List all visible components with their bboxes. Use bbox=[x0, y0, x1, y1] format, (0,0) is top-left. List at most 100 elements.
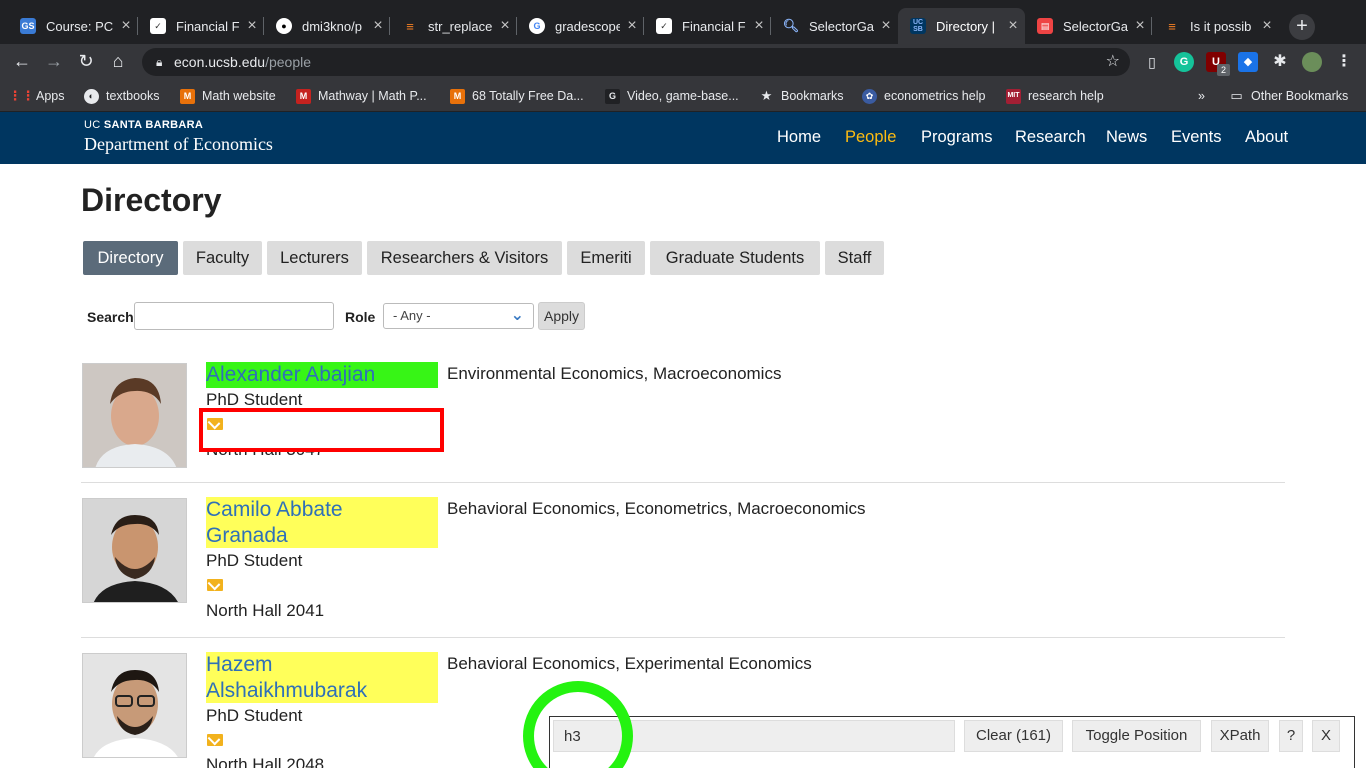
bookmark-mathway[interactable]: M Mathway | Math P... bbox=[296, 87, 427, 105]
avatar[interactable] bbox=[1302, 52, 1322, 72]
back-arrow-icon[interactable]: ← bbox=[9, 48, 35, 74]
person-name[interactable]: Alexander Abajian bbox=[206, 362, 438, 388]
doc-favicon-icon: ✓ bbox=[150, 18, 166, 34]
close-tab-icon[interactable]: × bbox=[620, 17, 644, 35]
google-favicon-icon: G bbox=[529, 18, 545, 34]
forward-arrow-icon[interactable]: → bbox=[41, 48, 67, 74]
tab-directory[interactable]: Directory bbox=[83, 241, 178, 275]
bookmark-bookmarks[interactable]: ★ Bookmarks bbox=[759, 87, 844, 105]
close-tab-icon[interactable]: × bbox=[747, 17, 771, 35]
bookmark-textbooks[interactable]: ◐ textbooks bbox=[84, 87, 160, 105]
person-photo[interactable] bbox=[82, 363, 187, 468]
bookmark-research-help[interactable]: MIT research help bbox=[1006, 87, 1104, 105]
department-name[interactable]: Department of Economics bbox=[84, 134, 273, 155]
close-tab-icon[interactable]: × bbox=[493, 17, 517, 35]
bookmark-other-bookmarks[interactable]: ▭ Other Bookmarks bbox=[1229, 87, 1348, 105]
stackoverflow-favicon-icon: ≡ bbox=[406, 18, 414, 34]
ucsb-logo[interactable]: UC SANTA BARBARA bbox=[84, 119, 203, 131]
clear-button[interactable]: Clear (161) bbox=[964, 720, 1063, 752]
help-button[interactable]: ? bbox=[1279, 720, 1303, 752]
close-tab-icon[interactable]: × bbox=[874, 17, 898, 35]
github-favicon-icon: ● bbox=[276, 18, 292, 34]
email-icon[interactable] bbox=[207, 418, 223, 430]
bookmark-video-game[interactable]: G Video, game-base... bbox=[605, 87, 739, 105]
nav-about[interactable]: About bbox=[1245, 128, 1288, 147]
address-bar[interactable]: 🔒︎ econ.ucsb.edu/people ☆ bbox=[142, 48, 1130, 76]
close-tab-icon[interactable]: × bbox=[1128, 17, 1152, 35]
tab-selectorgadget-2[interactable]: ▤ SelectorGa × bbox=[1025, 8, 1152, 44]
tab-emeriti[interactable]: Emeriti bbox=[567, 241, 645, 275]
reload-icon[interactable]: ↻ bbox=[73, 48, 99, 74]
mathway-icon: M bbox=[296, 88, 311, 104]
grammarly-icon[interactable]: G bbox=[1174, 52, 1194, 72]
tab-directory-active[interactable]: UC SB Directory | × bbox=[898, 8, 1025, 44]
lock-icon: 🔒︎ bbox=[156, 55, 163, 69]
apply-button[interactable]: Apply bbox=[538, 302, 585, 330]
person-role: PhD Student bbox=[206, 551, 303, 570]
nav-news[interactable]: News bbox=[1106, 128, 1147, 147]
tab-financial-1[interactable]: ✓ Financial F × bbox=[138, 8, 264, 44]
close-tab-icon[interactable]: × bbox=[1255, 17, 1279, 35]
search-label: Search bbox=[87, 309, 134, 325]
gs-favicon-icon: GS bbox=[20, 18, 36, 34]
nav-research[interactable]: Research bbox=[1015, 128, 1086, 147]
role-select[interactable]: - Any - ⌄ bbox=[383, 303, 534, 329]
person-photo[interactable] bbox=[82, 653, 187, 758]
tab-stackoverflow-1[interactable]: ≡ str_replace × bbox=[390, 8, 517, 44]
bookmark-apps[interactable]: ⋮⋮ Apps bbox=[8, 87, 65, 105]
tab-selectorgadget-1[interactable]: 🔍︎ SelectorGa × bbox=[771, 8, 898, 44]
tab-gradescope[interactable]: G gradescope × bbox=[517, 8, 644, 44]
page-extension-icon[interactable]: ▯ bbox=[1142, 52, 1162, 72]
bookmarks-overflow-chevron[interactable]: » bbox=[1198, 87, 1205, 105]
selector-rejected-highlight bbox=[199, 408, 444, 452]
nav-programs[interactable]: Programs bbox=[921, 128, 993, 147]
tab-researchers-visitors[interactable]: Researchers & Visitors bbox=[367, 241, 562, 275]
close-button[interactable]: X bbox=[1312, 720, 1340, 752]
close-tab-icon[interactable]: × bbox=[114, 17, 138, 35]
person-interests: Behavioral Economics, Experimental Econo… bbox=[447, 654, 812, 673]
puzzle-icon[interactable]: ✱ bbox=[1270, 52, 1290, 72]
row-divider bbox=[81, 482, 1285, 483]
bookmark-star-icon[interactable]: ☆ bbox=[1106, 48, 1120, 76]
magnifier-favicon-icon: 🔍︎ bbox=[782, 18, 800, 33]
video-icon: G bbox=[605, 88, 620, 104]
toggle-position-button[interactable]: Toggle Position bbox=[1072, 720, 1201, 752]
close-tab-icon[interactable]: × bbox=[240, 17, 264, 35]
extension-badge: 2 bbox=[1217, 64, 1230, 76]
person-name[interactable]: Camilo Abbate Granada bbox=[206, 497, 438, 548]
bookmark-math-website[interactable]: M Math website bbox=[180, 87, 276, 105]
person-role: PhD Student bbox=[206, 706, 303, 725]
seal-icon: ✿ bbox=[862, 88, 877, 104]
shield-extension-icon[interactable]: ◆ bbox=[1238, 52, 1258, 72]
close-tab-icon[interactable]: × bbox=[1001, 17, 1025, 35]
new-tab-button[interactable]: + bbox=[1289, 14, 1315, 40]
tab-staff[interactable]: Staff bbox=[825, 241, 884, 275]
role-label: Role bbox=[345, 309, 376, 325]
home-icon[interactable]: ⌂ bbox=[105, 48, 131, 74]
person-photo[interactable] bbox=[82, 498, 187, 603]
person-name[interactable]: Hazem Alshaikhmubarak bbox=[206, 652, 438, 703]
email-icon[interactable] bbox=[207, 734, 223, 746]
nav-people[interactable]: People bbox=[845, 128, 896, 147]
close-tab-icon[interactable]: × bbox=[366, 17, 390, 35]
globe-icon: ◐ bbox=[84, 88, 99, 104]
xpath-button[interactable]: XPath bbox=[1211, 720, 1269, 752]
tab-github[interactable]: ● dmi3kno/p × bbox=[264, 8, 390, 44]
email-icon[interactable] bbox=[207, 579, 223, 591]
person-role: PhD Student bbox=[206, 390, 303, 409]
tab-course[interactable]: GS Course: PC × bbox=[8, 8, 138, 44]
stackoverflow-favicon-icon: ≡ bbox=[1168, 18, 1176, 34]
tab-financial-2[interactable]: ✓ Financial F × bbox=[644, 8, 771, 44]
menu-dots-icon[interactable]: ⋮ bbox=[1334, 52, 1354, 72]
nav-home[interactable]: Home bbox=[777, 128, 821, 147]
bookmark-68-free[interactable]: M 68 Totally Free Da... bbox=[450, 87, 584, 105]
tab-graduate-students[interactable]: Graduate Students bbox=[650, 241, 820, 275]
apps-icon: ⋮⋮ bbox=[8, 88, 35, 103]
tab-lecturers[interactable]: Lecturers bbox=[267, 241, 362, 275]
bookmark-econometrics-help[interactable]: ✿ econometrics help bbox=[862, 87, 985, 105]
tab-faculty[interactable]: Faculty bbox=[183, 241, 262, 275]
tab-stackoverflow-2[interactable]: ≡ Is it possib × bbox=[1152, 8, 1279, 44]
m-icon: M bbox=[180, 88, 195, 104]
nav-events[interactable]: Events bbox=[1171, 128, 1221, 147]
search-input[interactable] bbox=[134, 302, 334, 330]
